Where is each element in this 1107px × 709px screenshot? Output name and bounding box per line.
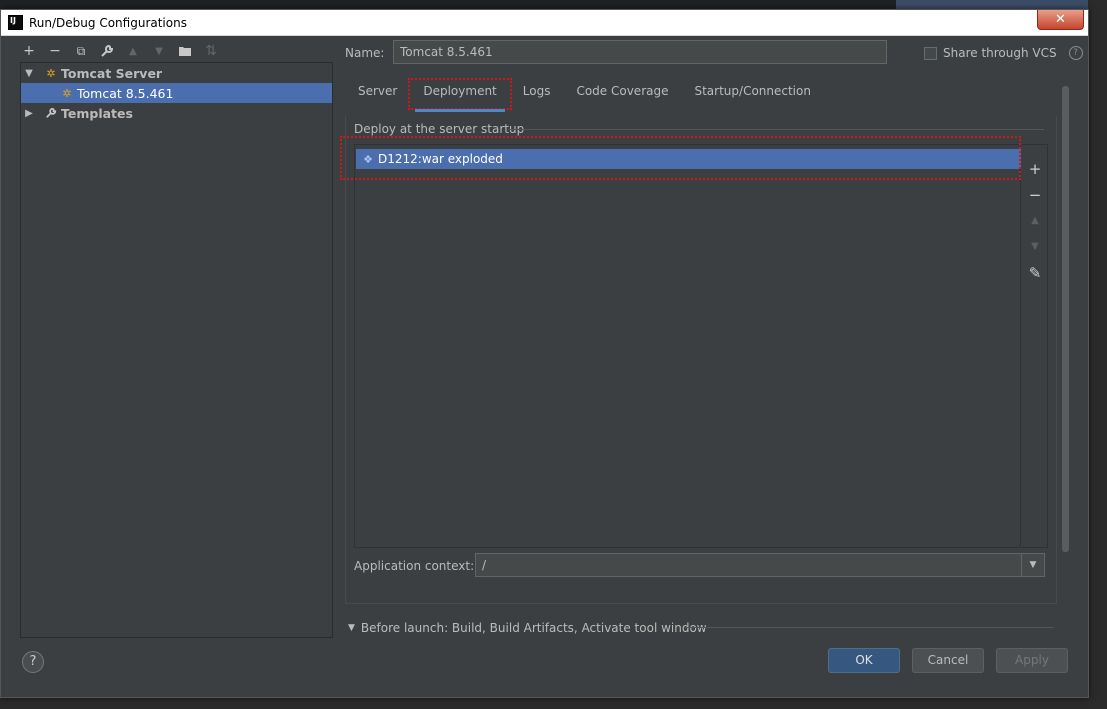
folder-icon[interactable]: [176, 42, 194, 60]
help-button[interactable]: ?: [22, 651, 44, 673]
artifact-icon: ❖: [363, 152, 373, 166]
config-tabs: Server Deployment Logs Code Coverage Sta…: [345, 78, 824, 112]
wrench-icon: [43, 106, 59, 120]
window-title: Run/Debug Configurations: [29, 16, 187, 30]
list-item[interactable]: ❖ D1212:war exploded: [356, 149, 1021, 169]
app-context-label: Application context:: [354, 559, 475, 573]
collapse-arrow-icon[interactable]: ▶: [23, 108, 35, 119]
tab-logs[interactable]: Logs: [510, 80, 564, 108]
background-console-strip: [0, 697, 1107, 709]
expand-arrow-icon[interactable]: ▼: [348, 623, 355, 633]
tab-code-coverage[interactable]: Code Coverage: [563, 80, 681, 108]
apply-button[interactable]: Apply: [996, 648, 1068, 673]
copy-icon[interactable]: ⧉: [72, 42, 90, 60]
move-down-icon[interactable]: ▼: [150, 42, 168, 60]
help-icon[interactable]: ?: [1068, 46, 1083, 60]
title-bar: Run/Debug Configurations ✕: [1, 10, 1088, 36]
sort-icon[interactable]: ⇅: [202, 42, 220, 60]
remove-artifact-button[interactable]: −: [1026, 186, 1044, 204]
edit-artifact-button[interactable]: ✎: [1026, 264, 1044, 282]
tree-item-label: Tomcat Server: [61, 65, 163, 81]
share-vcs-option: Share through VCS ?: [924, 46, 1083, 60]
move-up-button[interactable]: ▲: [1026, 212, 1044, 230]
tree-item-templates[interactable]: ▶ Templates: [21, 103, 332, 123]
tree-item-label: Tomcat 8.5.461: [77, 85, 174, 101]
move-up-icon[interactable]: ▲: [124, 42, 142, 60]
ok-button[interactable]: OK: [828, 648, 900, 673]
configuration-tree: ▼ ✲ Tomcat Server ✲ Tomcat 8.5.461 ▶ Tem…: [20, 62, 333, 638]
close-button[interactable]: ✕: [1037, 10, 1084, 30]
app-context-input[interactable]: /: [475, 553, 1045, 577]
list-side-toolbar: + − ▲ ▼ ✎: [1022, 144, 1048, 548]
tomcat-icon: ✲: [62, 86, 72, 100]
artifact-label: D1212:war exploded: [378, 152, 503, 166]
background-ide-edge: [1088, 0, 1107, 709]
tab-deployment[interactable]: Deployment: [408, 78, 512, 112]
tab-server[interactable]: Server: [345, 80, 410, 108]
share-vcs-checkbox[interactable]: [924, 46, 937, 60]
intellij-logo-icon: [8, 15, 23, 30]
tab-startup-connection[interactable]: Startup/Connection: [681, 80, 823, 108]
deployment-artifact-list[interactable]: ❖ D1212:war exploded: [354, 144, 1021, 548]
remove-icon[interactable]: −: [46, 42, 64, 60]
cancel-button[interactable]: Cancel: [912, 648, 984, 673]
before-launch-section[interactable]: ▼ Before launch: Build, Build Artifacts,…: [348, 621, 707, 635]
tree-item-tomcat-server[interactable]: ▼ ✲ Tomcat Server: [21, 63, 332, 83]
wrench-icon[interactable]: [98, 42, 116, 60]
name-label: Name:: [345, 46, 385, 60]
move-down-button[interactable]: ▼: [1026, 238, 1044, 256]
tree-item-tomcat-config[interactable]: ✲ Tomcat 8.5.461: [21, 83, 332, 103]
chevron-down-icon[interactable]: ▼: [1021, 554, 1044, 576]
vertical-scrollbar[interactable]: [1062, 86, 1069, 552]
config-toolbar: + − ⧉ ▲ ▼ ⇅: [20, 42, 220, 60]
section-divider: [508, 129, 1044, 130]
tomcat-icon: ✲: [46, 66, 56, 80]
section-divider: [684, 627, 1054, 628]
expand-arrow-icon[interactable]: ▼: [23, 68, 35, 79]
add-artifact-button[interactable]: +: [1026, 160, 1044, 178]
name-field[interactable]: [393, 40, 887, 64]
add-icon[interactable]: +: [20, 42, 38, 60]
before-launch-label: Before launch: Build, Build Artifacts, A…: [360, 621, 707, 635]
share-vcs-label: Share through VCS: [943, 46, 1057, 60]
deploy-section-title: Deploy at the server startup: [354, 122, 525, 136]
tree-item-label: Templates: [61, 105, 133, 121]
